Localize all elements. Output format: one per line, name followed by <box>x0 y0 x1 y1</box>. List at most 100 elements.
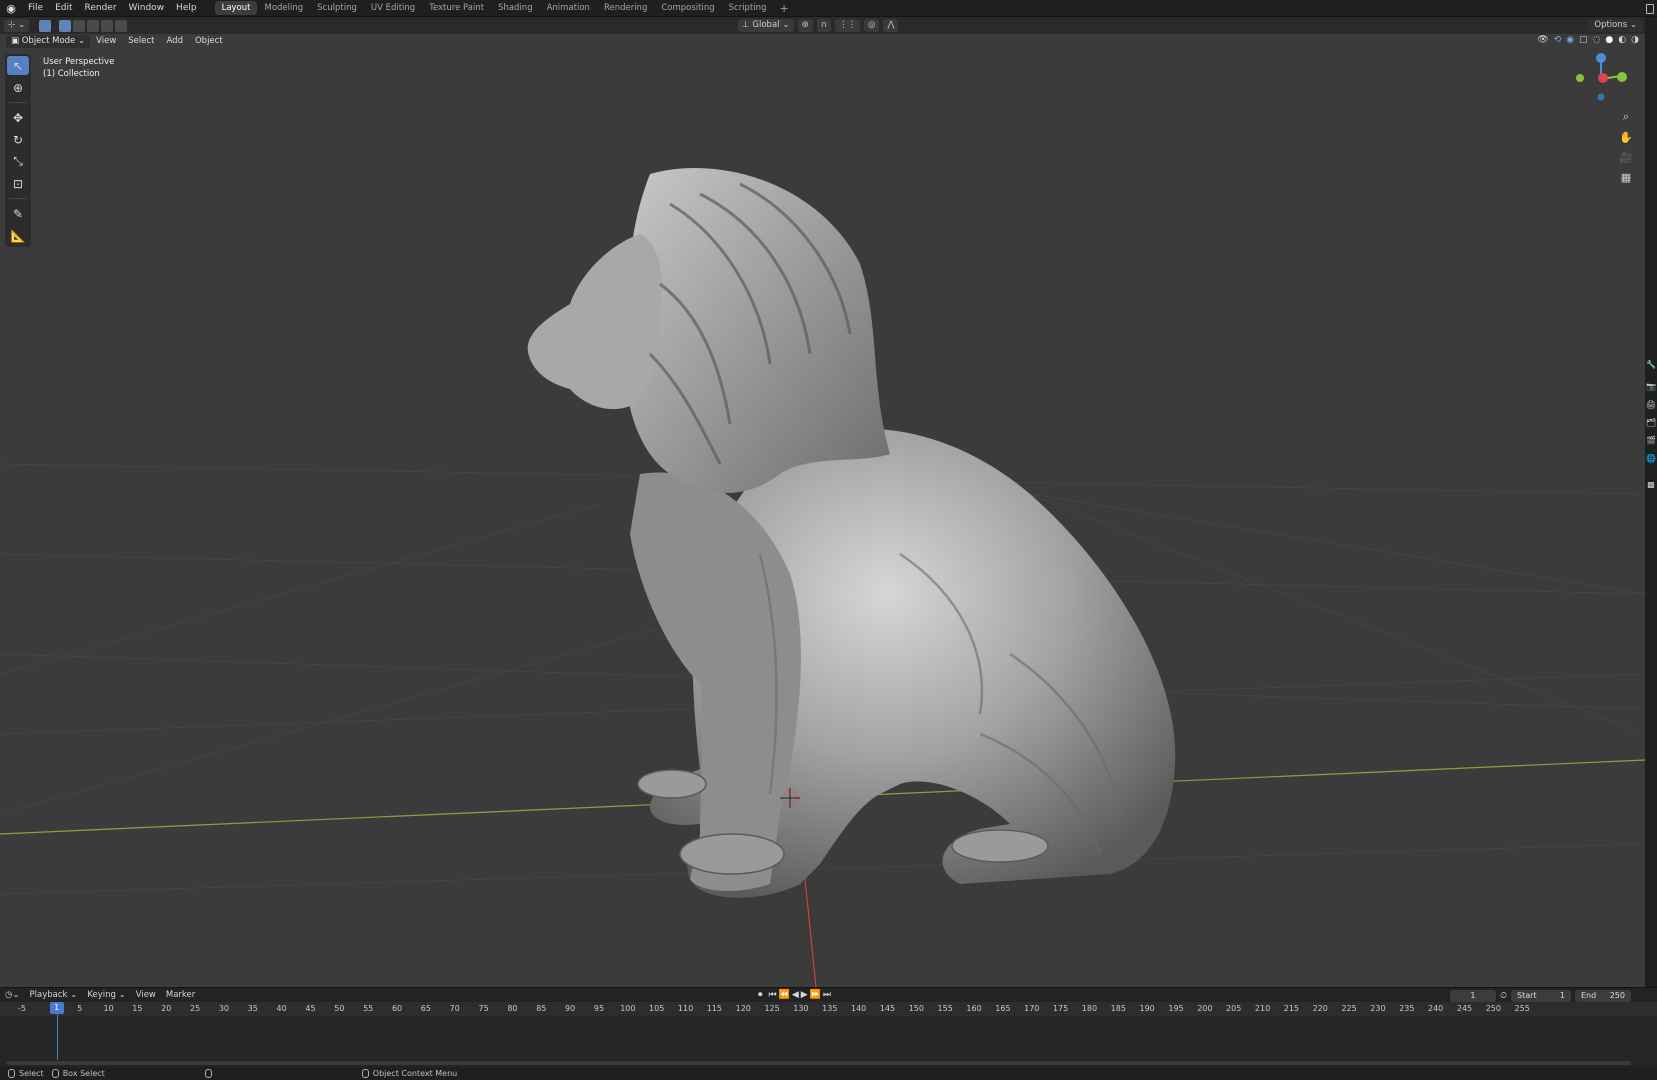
cursor-tool-icon[interactable]: ⊕ <box>7 78 29 97</box>
jump-start-icon[interactable]: ⏮ <box>769 990 777 1000</box>
pan-hand-icon[interactable]: ✋ <box>1617 128 1635 146</box>
object-mode-dropdown[interactable]: ▣ Object Mode ⌄ <box>6 34 91 48</box>
tab-sculpting[interactable]: Sculpting <box>310 1 364 15</box>
outliner-icon[interactable] <box>1646 3 1654 14</box>
timeline-editor-type-icon[interactable]: ◷⌄ <box>0 990 25 1000</box>
scale-tool-icon[interactable]: ⤡ <box>7 152 29 171</box>
navigation-gizmo[interactable] <box>1576 53 1627 101</box>
menu-view[interactable]: View <box>90 35 122 48</box>
mode-new-icon[interactable] <box>59 19 72 32</box>
select-box-icon[interactable] <box>39 19 52 32</box>
transform-tool-icon[interactable]: ⊡ <box>7 174 29 193</box>
timeline-scrollbar[interactable] <box>6 1061 1631 1065</box>
material-shading-icon[interactable]: ◐ <box>1618 35 1626 45</box>
current-frame-field[interactable]: 1 <box>1449 990 1496 1002</box>
status-select: Select <box>8 1069 44 1078</box>
falloff-dropdown[interactable]: ⋀ <box>883 19 899 32</box>
texture-tab-icon[interactable]: ▩ <box>1646 477 1656 491</box>
start-frame-field[interactable]: Start 1 <box>1511 990 1571 1002</box>
output-tab-icon[interactable]: 🖨 <box>1646 397 1656 411</box>
timeline-tick-label: 195 <box>1168 1004 1184 1013</box>
menu-file[interactable]: File <box>22 0 49 17</box>
xray-toggle-icon[interactable]: ▢ <box>1579 35 1588 45</box>
mode-invert-icon[interactable] <box>101 19 114 32</box>
tab-layout[interactable]: Layout <box>214 1 258 15</box>
tab-rendering[interactable]: Rendering <box>597 1 654 15</box>
mode-subtract-icon[interactable] <box>87 19 100 32</box>
status-middle-mouse <box>204 1069 212 1078</box>
timeline-tick-label: 45 <box>305 1004 316 1013</box>
menu-keying[interactable]: Keying ⌄ <box>82 990 130 1000</box>
timeline-ruler[interactable]: -5 5 10 15 20 25 30 35 40 45 50 55 60 65 70 75 80 85 90 95 1… <box>0 1002 1657 1016</box>
tool-settings-header: ⊹ ⌄ ⊥ Global ⌄ ⊛ ∩ ⋮⋮ ◎ ⋀ Options ⌄ <box>0 17 1657 34</box>
editor-type-button[interactable]: ⊹ ⌄ <box>4 19 30 32</box>
lion-sculpture[interactable] <box>527 168 1176 898</box>
scene-tab-icon[interactable]: 🎬 <box>1646 433 1656 447</box>
tab-scripting[interactable]: Scripting <box>722 1 774 15</box>
blender-icon[interactable]: ◉ <box>0 0 22 17</box>
transform-orientation-dropdown[interactable]: ⊥ Global ⌄ <box>738 19 794 32</box>
timeline-tick-label: 210 <box>1254 1004 1271 1013</box>
world-tab-icon[interactable]: 🌐 <box>1646 451 1656 465</box>
zoom-icon[interactable]: ⌕ <box>1617 108 1635 126</box>
tab-uv-editing[interactable]: UV Editing <box>364 1 422 15</box>
render-tab-icon[interactable]: 📷 <box>1646 379 1656 393</box>
view-layer-tab-icon[interactable]: 🗂 <box>1646 415 1656 429</box>
ortho-grid-icon[interactable]: ▦ <box>1617 168 1635 186</box>
menu-window[interactable]: Window <box>123 0 171 17</box>
proportional-icon: ◎ <box>868 20 876 30</box>
move-tool-icon[interactable]: ✥ <box>7 108 29 127</box>
solid-shading-icon[interactable]: ● <box>1605 35 1613 45</box>
menu-playback[interactable]: Playback ⌄ <box>25 990 83 1000</box>
gizmo-toggle-icon[interactable]: ⟲ <box>1554 35 1562 45</box>
tab-shading[interactable]: Shading <box>491 1 540 15</box>
record-icon[interactable]: ⏺ <box>758 990 763 1000</box>
menu-timeline-view[interactable]: View <box>131 990 161 1000</box>
play-reverse-icon[interactable]: ◀ <box>792 990 799 1000</box>
timeline-tick-label: 5 <box>77 1004 83 1013</box>
next-keyframe-icon[interactable]: ⏩ <box>810 990 821 1000</box>
menu-add[interactable]: Add <box>161 35 189 48</box>
timeline-tick-label: 95 <box>593 1004 605 1013</box>
tab-modeling[interactable]: Modeling <box>257 1 310 15</box>
snap-toggle[interactable]: ∩ <box>816 19 832 32</box>
rotate-tool-icon[interactable]: ↻ <box>7 130 29 149</box>
timeline-editor[interactable]: ◷⌄ Playback ⌄ Keying ⌄ View Marker ⏺ ⏮ ⏪… <box>0 987 1657 1067</box>
add-workspace-button[interactable]: + <box>773 2 794 15</box>
overlay-toggle-icon[interactable]: ◉ <box>1566 35 1574 45</box>
jump-end-icon[interactable]: ⏭ <box>823 990 831 1000</box>
3d-viewport[interactable]: ▣ Object Mode ⌄ View Select Add Object 👁… <box>0 34 1645 987</box>
annotate-tool-icon[interactable]: ✎ <box>7 204 29 223</box>
menu-select[interactable]: Select <box>122 35 160 48</box>
tool-tab-icon[interactable]: 🔧 <box>1646 357 1656 371</box>
menu-object[interactable]: Object <box>189 35 229 48</box>
menu-render[interactable]: Render <box>79 0 123 17</box>
scene-canvas[interactable] <box>0 34 1645 987</box>
play-icon[interactable]: ▶ <box>801 990 808 1000</box>
visibility-icon[interactable]: 👁 <box>1537 35 1548 45</box>
menu-help[interactable]: Help <box>170 0 203 17</box>
camera-view-icon[interactable]: 🎥 <box>1617 148 1635 166</box>
timeline-track-area[interactable] <box>0 1016 1657 1060</box>
clock-icon[interactable]: ⏲ <box>1500 991 1507 1001</box>
prev-keyframe-icon[interactable]: ⏪ <box>779 990 790 1000</box>
pivot-point-dropdown[interactable]: ⊛ <box>797 19 813 32</box>
select-tool-icon[interactable]: ↖ <box>7 56 29 75</box>
menu-marker[interactable]: Marker <box>161 990 200 1000</box>
options-dropdown[interactable]: Options ⌄ <box>1588 19 1643 32</box>
tab-animation[interactable]: Animation <box>540 1 597 15</box>
mode-intersect-icon[interactable] <box>115 19 128 32</box>
end-frame-field[interactable]: End 250 <box>1575 990 1631 1002</box>
status-bar: Select Box Select Object Context Menu <box>0 1067 1657 1080</box>
snap-target-dropdown[interactable]: ⋮⋮ <box>835 19 861 32</box>
tab-texture-paint[interactable]: Texture Paint <box>422 1 491 15</box>
start-label: Start <box>1517 991 1537 1000</box>
menu-edit[interactable]: Edit <box>49 0 78 17</box>
wireframe-shading-icon[interactable]: ◌ <box>1593 35 1601 45</box>
rendered-shading-icon[interactable]: ◑ <box>1631 35 1639 45</box>
tab-compositing[interactable]: Compositing <box>654 1 721 15</box>
measure-tool-icon[interactable]: 📐 <box>7 226 29 245</box>
proportional-edit-toggle[interactable]: ◎ <box>864 19 880 32</box>
mode-extend-icon[interactable] <box>73 19 86 32</box>
current-frame-indicator[interactable]: 1 <box>49 1002 64 1014</box>
